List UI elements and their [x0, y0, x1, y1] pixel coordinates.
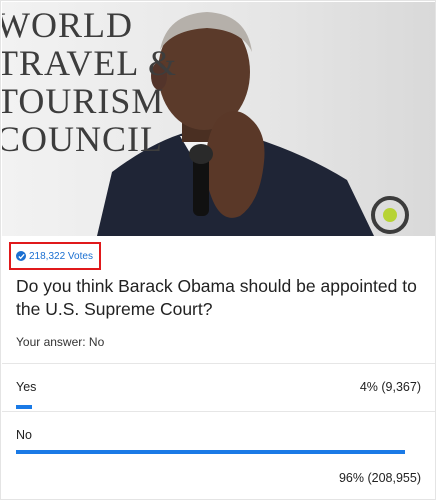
- poll-option-yes[interactable]: Yes 4% (9,367): [2, 364, 435, 408]
- result-bar-no: [16, 450, 421, 454]
- votes-count: 218,322 Votes: [29, 250, 93, 262]
- result-bar-fill: [16, 405, 33, 409]
- option-label: Yes: [16, 380, 37, 394]
- hero-wordmark: WORLD TRAVEL & TOURISM COUNCIL: [2, 6, 177, 158]
- option-result: 4% (9,367): [359, 380, 421, 394]
- your-answer-text: Your answer: No: [16, 335, 105, 349]
- poll-card: WORLD TRAVEL & TOURISM COUNCIL 218,322 V…: [0, 0, 436, 500]
- hero-image: WORLD TRAVEL & TOURISM COUNCIL: [2, 2, 435, 236]
- wordmark-line: TOURISM: [2, 81, 165, 121]
- option-result: 96% (208,955): [338, 471, 421, 485]
- wordmark-line: COUNCIL: [2, 119, 163, 159]
- wordmark-line: TRAVEL &: [2, 43, 178, 83]
- check-badge-icon: [16, 251, 26, 261]
- poll-question: Do you think Barack Obama should be appo…: [16, 276, 417, 319]
- result-bar-fill: [16, 450, 405, 454]
- votes-count-badge: 218,322 Votes: [9, 242, 101, 270]
- option-label: No: [16, 428, 32, 442]
- result-bar-yes: [16, 405, 421, 409]
- wordmark-line: WORLD: [2, 5, 133, 45]
